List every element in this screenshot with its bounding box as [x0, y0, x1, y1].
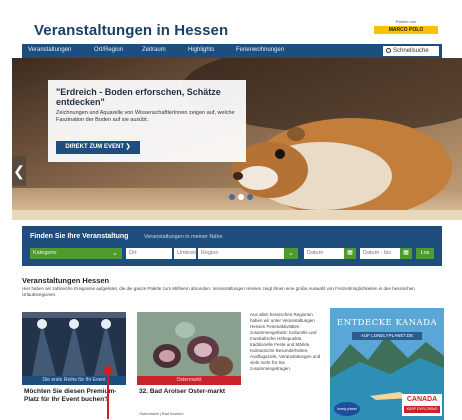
calendar-icon[interactable]: ▦: [344, 248, 356, 259]
slider-dot-1[interactable]: [229, 194, 235, 200]
site-header: Veranstaltungen in Hessen Partner von MA…: [22, 18, 442, 44]
calendar-to-icon[interactable]: ▦: [400, 248, 412, 259]
canada-logo: CANADA KEEP EXPLORING: [402, 394, 442, 416]
main-nav: Veranstaltungen Ort/Region Zeitraum High…: [22, 44, 442, 58]
radius-select[interactable]: Umkreis: [174, 248, 197, 259]
quick-search-input[interactable]: Schnellsuche: [383, 46, 439, 56]
slider-dot-3[interactable]: [247, 194, 253, 200]
event-search-panel: Finden Sie Ihre Veranstaltung Veranstalt…: [22, 226, 442, 266]
nearby-events-link[interactable]: Veranstaltungen in meiner Nähe: [144, 234, 223, 240]
search-panel-title: Finden Sie Ihre Veranstaltung: [30, 233, 129, 240]
date-from-input[interactable]: Datum: [304, 248, 344, 259]
nav-item-zeitraum[interactable]: Zeitraum: [142, 47, 166, 53]
partner-badge[interactable]: Partner von MARCO POLO: [374, 19, 438, 34]
direct-to-event-button[interactable]: DIREKT ZUM EVENT ❯: [56, 141, 140, 154]
region-chevron-icon[interactable]: ⌄: [284, 248, 298, 259]
keep-exploring-label: KEEP EXPLORING: [404, 406, 440, 413]
nav-item-veranstaltungen[interactable]: Veranstaltungen: [28, 47, 71, 53]
category-chevron-icon[interactable]: ⌄: [108, 248, 122, 259]
canada-ad-headline: ENTDECKE KANADA: [336, 318, 438, 328]
date-to-input[interactable]: Datum - bis: [360, 248, 400, 259]
nav-item-highlights[interactable]: Highlights: [188, 47, 214, 53]
slider-dots: [229, 194, 269, 204]
region-select[interactable]: Region: [198, 248, 284, 259]
events-section-text: Hier haben wir zahlreiche Ereignisse auf…: [22, 286, 415, 297]
event-card-ostermarkt[interactable]: Ostermarkt 32. Bad Arolser Oster-markt O…: [137, 312, 241, 420]
canada-wordmark: CANADA: [406, 396, 438, 403]
regions-info-text: Aus allen hessischen Regionen haben wir …: [250, 312, 321, 371]
hero-text: Zeichnungen und Aquarelle von Wissenscha…: [56, 110, 235, 123]
card-band: Ostermarkt: [137, 376, 241, 385]
search-go-button[interactable]: Los: [416, 248, 434, 259]
events-section-title: Veranstaltungen Hessen: [22, 276, 110, 285]
card-title[interactable]: 32. Bad Arolser Oster-markt: [139, 388, 239, 396]
nav-item-ferienwohnungen[interactable]: Ferienwohnungen: [236, 47, 284, 53]
red-arrow-icon: [102, 364, 114, 419]
place-input[interactable]: Ort: [126, 248, 172, 259]
lonely-planet-logo: lonely planet: [334, 402, 360, 416]
event-card-premium[interactable]: Die erste Reihe für Ihr Event Möchten Si…: [22, 312, 126, 420]
marco-polo-logo[interactable]: MARCO POLO: [374, 26, 438, 34]
canada-ad-subline: AUF LONELYPLANET.DE: [352, 332, 422, 340]
hero-teaser: "Erdreich - Boden erforschen, Schätze en…: [48, 80, 246, 162]
canada-ad-banner[interactable]: ENTDECKE KANADA AUF LONELYPLANET.DE lone…: [330, 308, 444, 420]
hero-title[interactable]: "Erdreich - Boden erforschen, Schätze en…: [56, 87, 226, 107]
nav-item-ort-region[interactable]: Ort/Region: [94, 47, 123, 53]
site-title[interactable]: Veranstaltungen in Hessen: [34, 22, 228, 39]
quick-search-label: Schnellsuche: [393, 48, 429, 54]
search-icon: [386, 48, 391, 53]
slider-dot-2[interactable]: [238, 194, 244, 200]
partner-text: Partner von: [395, 19, 417, 24]
card-image-easter-eggs: [137, 312, 241, 376]
category-select[interactable]: Kategorie: [30, 248, 110, 259]
hero-prev-arrow[interactable]: ❮: [12, 156, 26, 186]
card-meta: Ostermarkt | Bad Arolsen: [139, 411, 184, 416]
hero-slider[interactable]: ❮ "Erdreich - Boden erforschen, Schätze …: [12, 58, 462, 220]
